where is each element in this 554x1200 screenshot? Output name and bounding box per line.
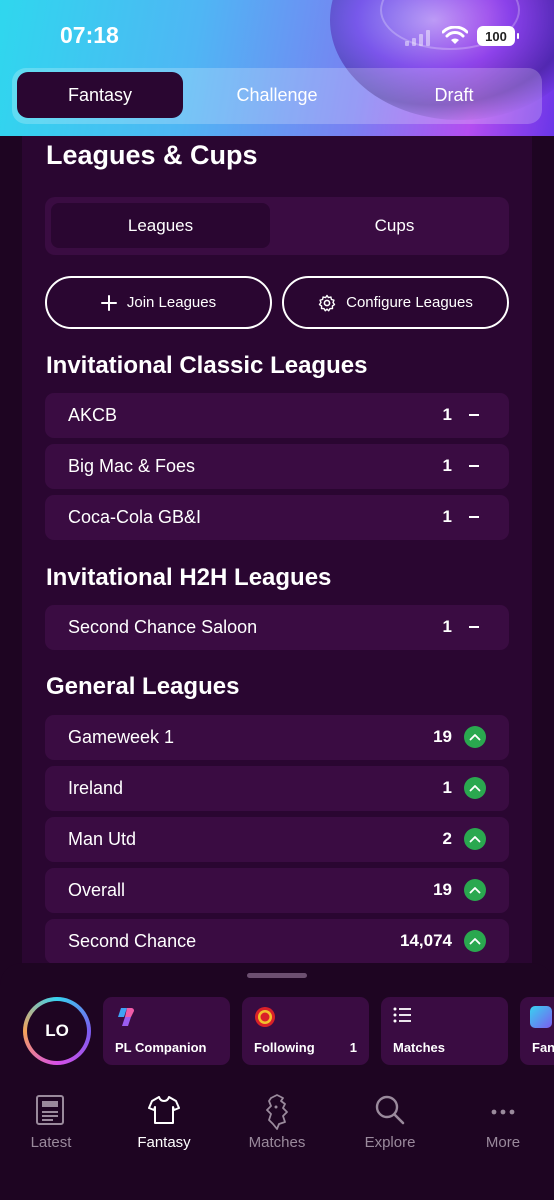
fan-card[interactable]: Fan	[520, 997, 554, 1065]
profile-avatar-button[interactable]: LO	[23, 997, 91, 1065]
league-row[interactable]: Big Mac & Foes 1	[45, 444, 509, 489]
section-title-general: General Leagues	[46, 673, 240, 700]
battery-indicator: 100	[477, 26, 519, 46]
pl-app-icon	[530, 1006, 552, 1028]
nav-latest-label: Latest	[30, 1134, 72, 1151]
tab-fantasy-label: Fantasy	[67, 84, 133, 105]
league-rank: 19	[433, 880, 452, 899]
rank-up-icon	[464, 726, 486, 748]
league-rank: 2	[442, 829, 452, 848]
nav-fantasy[interactable]: Fantasy	[109, 1092, 219, 1162]
league-name: Overall	[68, 880, 126, 900]
tab-challenge[interactable]: Challenge	[194, 72, 360, 118]
league-rank: 14,074	[400, 931, 452, 950]
nav-latest[interactable]: Latest	[0, 1092, 106, 1162]
sheet-drag-handle[interactable]	[247, 973, 307, 978]
app-header: 07:18 100 Fantasy Challenge Draft	[0, 0, 554, 136]
league-name: Big Mac & Foes	[68, 456, 196, 476]
section-title-classic: Invitational Classic Leagues	[46, 352, 368, 379]
avatar-initials: LO	[45, 1021, 69, 1040]
league-rank: 1	[442, 456, 452, 475]
league-row[interactable]: AKCB 1	[45, 393, 509, 438]
newspaper-icon	[36, 1095, 64, 1125]
list-icon	[393, 1007, 411, 1023]
search-icon	[375, 1095, 405, 1125]
fan-label: Fan	[532, 1040, 554, 1055]
league-row[interactable]: Coca-Cola GB&I 1	[45, 495, 509, 540]
rank-up-icon	[464, 777, 486, 799]
lion-icon	[266, 1094, 288, 1130]
page-title: Leagues & Cups	[46, 140, 258, 170]
status-time: 07:18	[60, 22, 119, 48]
cellular-signal-icon	[405, 30, 430, 46]
tab-draft-label: Draft	[434, 84, 474, 105]
nav-matches-label: Matches	[248, 1134, 306, 1151]
join-leagues-label: Join Leagues	[126, 294, 217, 311]
league-row[interactable]: Man Utd 2	[45, 817, 509, 862]
nav-explore[interactable]: Explore	[335, 1092, 445, 1162]
segment-leagues-label: Leagues	[127, 215, 194, 235]
configure-leagues-button[interactable]: Configure Leagues	[282, 276, 509, 329]
league-row[interactable]: Gameweek 1 19	[45, 715, 509, 760]
rank-up-icon	[464, 828, 486, 850]
league-row[interactable]: Second Chance 14,074	[45, 919, 509, 964]
league-name: Man Utd	[68, 829, 137, 849]
segment-cups-label: Cups	[374, 215, 415, 235]
wifi-icon	[442, 26, 468, 44]
league-row[interactable]: Ireland 1	[45, 766, 509, 811]
following-count: 1	[349, 1040, 357, 1055]
pl-companion-card[interactable]: PL Companion	[103, 997, 230, 1065]
rank-up-icon	[464, 930, 486, 952]
segment-leagues[interactable]: Leagues	[51, 203, 270, 248]
section-title-h2h: Invitational H2H Leagues	[46, 564, 332, 591]
league-row[interactable]: Second Chance Saloon 1	[45, 605, 509, 650]
tab-challenge-label: Challenge	[236, 84, 318, 105]
nav-explore-label: Explore	[364, 1134, 416, 1151]
game-mode-tabs: Fantasy Challenge Draft	[12, 68, 542, 124]
shirt-icon	[148, 1096, 180, 1124]
league-rank: 19	[433, 727, 452, 746]
league-row[interactable]: Overall 19	[45, 868, 509, 913]
tab-fantasy[interactable]: Fantasy	[17, 72, 183, 118]
matches-label: Matches	[393, 1040, 446, 1055]
more-icon	[491, 1109, 515, 1115]
nav-matches[interactable]: Matches	[222, 1092, 332, 1162]
league-name: Second Chance	[68, 931, 197, 951]
league-name: Ireland	[68, 778, 124, 798]
league-name: Coca-Cola GB&I	[68, 507, 202, 527]
league-name: Gameweek 1	[68, 727, 175, 747]
following-card[interactable]: Following 1	[242, 997, 369, 1065]
league-name: Second Chance Saloon	[68, 617, 258, 637]
no-change-icon	[469, 516, 479, 518]
tab-draft[interactable]: Draft	[371, 72, 537, 118]
nav-fantasy-label: Fantasy	[137, 1134, 191, 1151]
matches-card[interactable]: Matches	[381, 997, 508, 1065]
nav-more-label: More	[485, 1134, 521, 1151]
gear-icon	[318, 294, 336, 311]
segment-cups[interactable]: Cups	[285, 203, 504, 248]
league-rank: 1	[442, 778, 452, 797]
avatar: LO	[27, 1001, 87, 1061]
pl-companion-label: PL Companion	[115, 1040, 207, 1055]
configure-leagues-label: Configure Leagues	[346, 294, 473, 311]
no-change-icon	[469, 414, 479, 416]
nav-more[interactable]: More	[448, 1092, 554, 1162]
battery-level: 100	[485, 28, 507, 44]
status-bar: 07:18 100	[0, 18, 554, 58]
league-rank: 1	[442, 507, 452, 526]
league-rank: 1	[442, 617, 452, 636]
man-utd-crest-icon	[255, 1007, 275, 1027]
following-label: Following	[254, 1040, 315, 1055]
league-name: AKCB	[68, 405, 118, 425]
rank-up-icon	[464, 879, 486, 901]
plus-icon	[100, 294, 117, 311]
copilot-icon	[118, 1008, 134, 1026]
join-leagues-button[interactable]: Join Leagues	[45, 276, 272, 329]
no-change-icon	[469, 626, 479, 628]
leagues-cups-toggle: Leagues Cups	[45, 197, 509, 255]
no-change-icon	[469, 465, 479, 467]
league-rank: 1	[442, 405, 452, 424]
